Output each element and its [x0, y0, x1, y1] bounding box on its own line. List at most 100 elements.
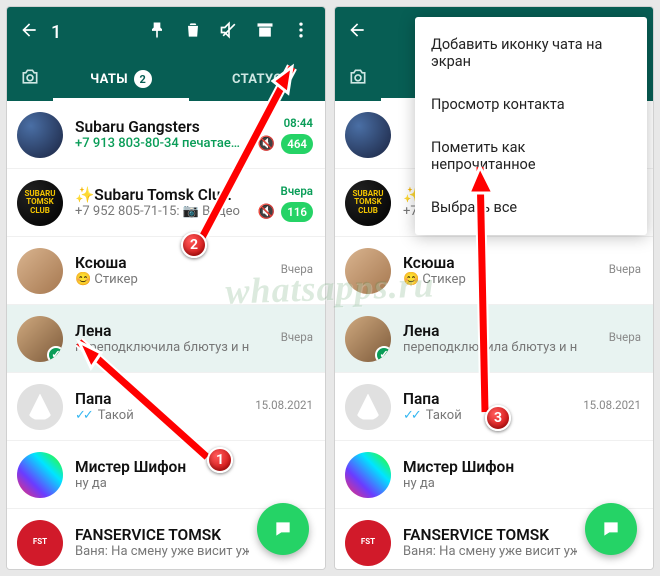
chat-meta: Вчера: [249, 330, 313, 348]
action-bar: 1: [7, 7, 325, 57]
chat-content: FANSERVICE TOMSKВаня: На смену уже висит…: [391, 526, 577, 559]
avatar[interactable]: ✓: [345, 316, 391, 362]
tab-status[interactable]: СТАТУС: [189, 57, 325, 101]
delete-button[interactable]: [177, 20, 209, 45]
avatar[interactable]: SUBARU TOMSK CLUB: [17, 180, 63, 226]
chat-subtitle: Ваня: На смену уже висит уже: [403, 544, 577, 559]
new-chat-fab[interactable]: [257, 503, 309, 555]
chat-row[interactable]: Папа✓✓Такой 15.08.2021: [335, 373, 653, 441]
chat-content: Мистер Шифонну да: [391, 458, 577, 491]
chat-subtitle: ну да: [75, 476, 249, 491]
chat-title: FANSERVICE TOMSK: [403, 526, 577, 544]
chat-subtitle: 😊 Стикер: [75, 272, 249, 287]
chat-time: 08:44: [284, 116, 313, 130]
muted-icon: 🔇: [258, 204, 275, 220]
camera-icon: [20, 67, 40, 87]
avatar[interactable]: ✓: [17, 316, 63, 362]
camera-tab[interactable]: [7, 67, 53, 92]
chat-time: Вчера: [281, 330, 313, 344]
message-icon: [601, 519, 621, 539]
avatar[interactable]: [17, 452, 63, 498]
back-button[interactable]: [15, 20, 43, 45]
pin-icon: [147, 20, 167, 40]
chat-title: FANSERVICE TOMSK: [75, 526, 249, 544]
chat-content: Мистер Шифонну да: [63, 458, 249, 491]
chat-row[interactable]: Subaru Gangsters+7 913 803-80-34 печатае…: [7, 101, 325, 169]
camera-icon: [348, 67, 368, 87]
selected-count: 1: [51, 22, 61, 43]
chat-meta: [577, 473, 641, 477]
menu-view-contact[interactable]: Просмотр контакта: [415, 83, 647, 126]
avatar[interactable]: FST: [345, 520, 391, 566]
camera-tab[interactable]: [335, 67, 381, 92]
chat-subtitle: ну да: [403, 476, 577, 491]
chat-meta: Вчера: [577, 262, 641, 280]
avatar[interactable]: SUBARU TOMSK CLUB: [345, 180, 391, 226]
chat-title: Ксюша: [75, 254, 249, 272]
avatar[interactable]: [345, 384, 391, 430]
avatar[interactable]: [345, 112, 391, 158]
new-chat-fab[interactable]: [585, 503, 637, 555]
unread-badge: 116: [281, 202, 313, 222]
chat-subtitle: переподключила блютуз и норм ст…: [75, 340, 249, 355]
selected-check-icon: ✓: [375, 346, 391, 362]
avatar[interactable]: [345, 452, 391, 498]
menu-add-shortcut[interactable]: Добавить иконку чата на экран: [415, 23, 647, 83]
chat-meta: 08:44🔇464: [249, 116, 313, 154]
chat-meta: Вчера: [577, 330, 641, 348]
avatar[interactable]: FST: [17, 520, 63, 566]
more-vert-icon: [291, 20, 311, 40]
chat-title: Папа: [75, 390, 249, 408]
chat-time: Вчера: [609, 262, 641, 276]
message-icon: [273, 519, 293, 539]
chat-subtitle: ✓✓Такой: [403, 408, 577, 423]
chat-row[interactable]: Мистер Шифонну да: [335, 441, 653, 509]
arrow-left-icon: [19, 20, 39, 40]
chat-content: FANSERVICE TOMSKВаня: На смену уже висит…: [63, 526, 249, 559]
chat-time: Вчера: [609, 330, 641, 344]
unread-badge: 464: [281, 134, 313, 154]
chat-meta: 15.08.2021: [249, 398, 313, 416]
chat-title: Папа: [403, 390, 577, 408]
avatar[interactable]: [17, 248, 63, 294]
tab-bar: ЧАТЫ 2 СТАТУС: [7, 57, 325, 101]
chat-content: Папа✓✓Такой: [63, 390, 249, 423]
chat-content: Папа✓✓Такой: [391, 390, 577, 423]
menu-select-all[interactable]: Выбрать все: [415, 186, 647, 229]
chat-time: 15.08.2021: [255, 398, 313, 412]
chat-row[interactable]: ✓Ленапереподключила блютуз и норм ст… Вче…: [335, 305, 653, 373]
tab-chats[interactable]: ЧАТЫ 2: [53, 57, 189, 101]
watermark: whatsapps.ru: [225, 263, 435, 312]
pin-button[interactable]: [141, 20, 173, 45]
more-button[interactable]: [285, 20, 317, 45]
chat-meta: [249, 473, 313, 477]
chat-content: Subaru Gangsters+7 913 803-80-34 печатае…: [63, 118, 249, 151]
back-button[interactable]: [343, 20, 371, 45]
avatar[interactable]: [17, 112, 63, 158]
read-ticks-icon: ✓✓: [75, 408, 91, 423]
chat-title: ✨Subaru Tomsk Clu…: [75, 186, 249, 204]
arrow-left-icon: [347, 20, 367, 40]
chat-title: Лена: [403, 322, 577, 340]
chat-row[interactable]: Мистер Шифонну да: [7, 441, 325, 509]
chat-content: Ленапереподключила блютуз и норм ст…: [391, 322, 577, 355]
avatar[interactable]: [17, 384, 63, 430]
tab-status-label: СТАТУС: [232, 72, 282, 87]
chat-row[interactable]: Папа✓✓Такой 15.08.2021: [7, 373, 325, 441]
menu-mark-unread[interactable]: Пометить как непрочитанное: [415, 126, 647, 186]
tab-chats-label: ЧАТЫ: [90, 72, 128, 87]
mute-icon: [219, 20, 239, 40]
chat-row[interactable]: SUBARU TOMSK CLUB ✨Subaru Tomsk Clu…+7 95…: [7, 169, 325, 237]
chat-row[interactable]: ✓Ленапереподключила блютуз и норм ст…Вче…: [7, 305, 325, 373]
chat-list[interactable]: Subaru Gangsters+7 913 803-80-34 печатае…: [7, 101, 325, 569]
read-ticks-icon: ✓✓: [403, 408, 419, 423]
chat-content: Ленапереподключила блютуз и норм ст…: [63, 322, 249, 355]
archive-button[interactable]: [249, 20, 281, 45]
chat-time: Вчера: [281, 184, 313, 198]
chat-time: 15.08.2021: [583, 398, 641, 412]
chat-title: Лена: [75, 322, 249, 340]
chat-title: Subaru Gangsters: [75, 118, 249, 136]
chat-subtitle: +7 952 805-71-15: 📷 Видео: [75, 204, 249, 219]
mute-button[interactable]: [213, 20, 245, 45]
selected-check-icon: ✓: [47, 346, 63, 362]
